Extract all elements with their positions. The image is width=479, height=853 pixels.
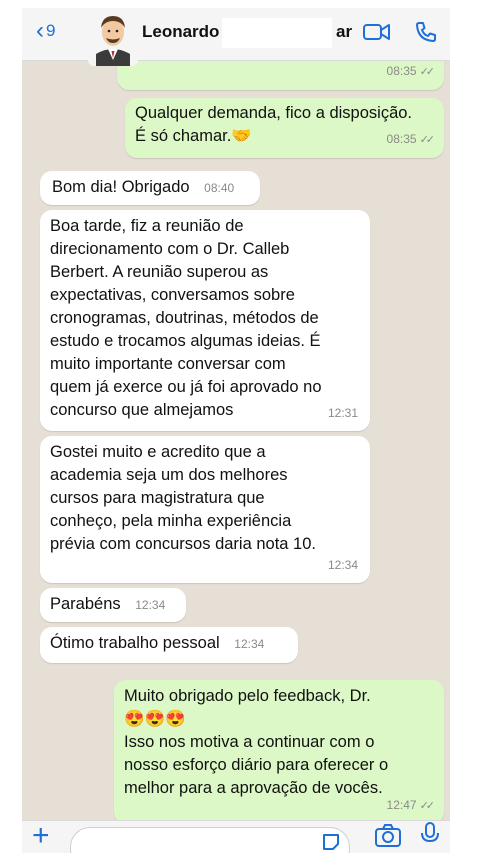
camera-icon[interactable] [374,823,402,852]
message-text: cursos para magistratura que [50,489,265,507]
message-text: concurso que almejamos [50,401,234,419]
contact-name-suffix: ar [336,22,353,41]
message-text: nosso esforço diário para oferecer o [124,756,389,774]
plus-icon[interactable]: + [32,821,50,851]
message-input[interactable] [70,827,350,853]
handshake-emoji: 🤝 [231,127,252,145]
message-time: 08:35 [386,64,417,78]
message-time: 12:34 [327,558,358,572]
phone-icon[interactable] [414,20,438,49]
message-text: quem já exerce ou já foi aprovado no [50,378,322,396]
message-list[interactable]: 08:35 ✓✓ Qualquer demanda, fico a disposi… [22,60,450,824]
contact-name[interactable]: Leonardo [142,22,219,42]
message-bubble-incoming[interactable]: Parabéns 12:34 [40,588,186,622]
sticker-icon[interactable] [321,832,341,853]
message-time: 12:34 [234,637,265,651]
message-text: Qualquer demanda, fico a disposição. [135,104,413,122]
message-bubble-incoming[interactable]: Bom dia! Obrigado 08:40 [40,171,260,205]
message-text: estudo e trocamos algumas ideias. É [50,332,321,350]
message-time: 12:34 [135,598,166,612]
message-time: 08:40 [204,181,235,195]
back-button[interactable]: ‹ 9 [36,17,56,44]
message-text: Bom dia! Obrigado [52,178,190,196]
message-text: direcionamento com o Dr. Calleb [50,240,290,258]
message-text: expectativas, conversamos sobre [50,286,295,304]
message-text: Gostei muito e acredito que a [50,443,266,461]
message-text: É só chamar. [135,127,232,145]
heart-eyes-emoji: 😍😍😍 [124,710,186,728]
read-receipt-icon: ✓✓ [419,800,436,812]
message-bubble-outgoing[interactable]: Muito obrigado pelo feedback, Dr. 😍😍😍 Is… [114,680,444,824]
message-text: academia seja um dos melhores [50,466,288,484]
message-time: 08:35 [386,132,417,146]
message-text: Isso nos motiva a continuar com o [124,733,375,751]
message-text: Boa tarde, fiz a reunião de [50,217,244,235]
chevron-left-icon: ‹ [36,17,44,44]
message-text: cronogramas, doutrinas, métodos de [50,309,319,327]
message-bubble-incoming[interactable]: Boa tarde, fiz a reunião de direcionamen… [40,210,370,431]
message-text: conheço, pela minha experiência [50,512,292,530]
message-bubble-incoming[interactable]: Gostei muito e acredito que a academia s… [40,436,370,583]
message-text: Parabéns [50,595,121,613]
read-receipt-icon: ✓✓ [419,134,436,146]
message-bubble-incoming[interactable]: Ótimo trabalho pessoal 12:34 [40,627,298,663]
message-text: muito importante conversar com [50,355,286,373]
message-text: prévia com concursos daria nota 10. [50,535,316,553]
message-time: 12:31 [327,406,358,420]
read-receipt-icon: ✓✓ [419,66,436,78]
chat-window: ‹ 9 Leonardo ar 08:35 ✓✓ Qualquer demand… [22,8,450,853]
message-text: Ótimo trabalho pessoal [50,634,220,652]
composer-bar: + [22,820,450,853]
unread-count: 9 [46,21,56,40]
message-bubble-outgoing[interactable]: Qualquer demanda, fico a disposição. É s… [125,98,444,158]
chat-header: ‹ 9 Leonardo ar [22,8,450,66]
message-bubble-outgoing[interactable]: 08:35 ✓✓ [117,60,444,90]
message-text: Muito obrigado pelo feedback, Dr. [124,687,371,705]
message-text: Berbert. A reunião superou as [50,263,269,281]
video-call-icon[interactable] [362,20,392,49]
redacted-area [222,18,332,48]
message-time: 12:47 [386,798,417,812]
microphone-icon[interactable] [420,821,440,852]
avatar[interactable] [88,8,138,66]
